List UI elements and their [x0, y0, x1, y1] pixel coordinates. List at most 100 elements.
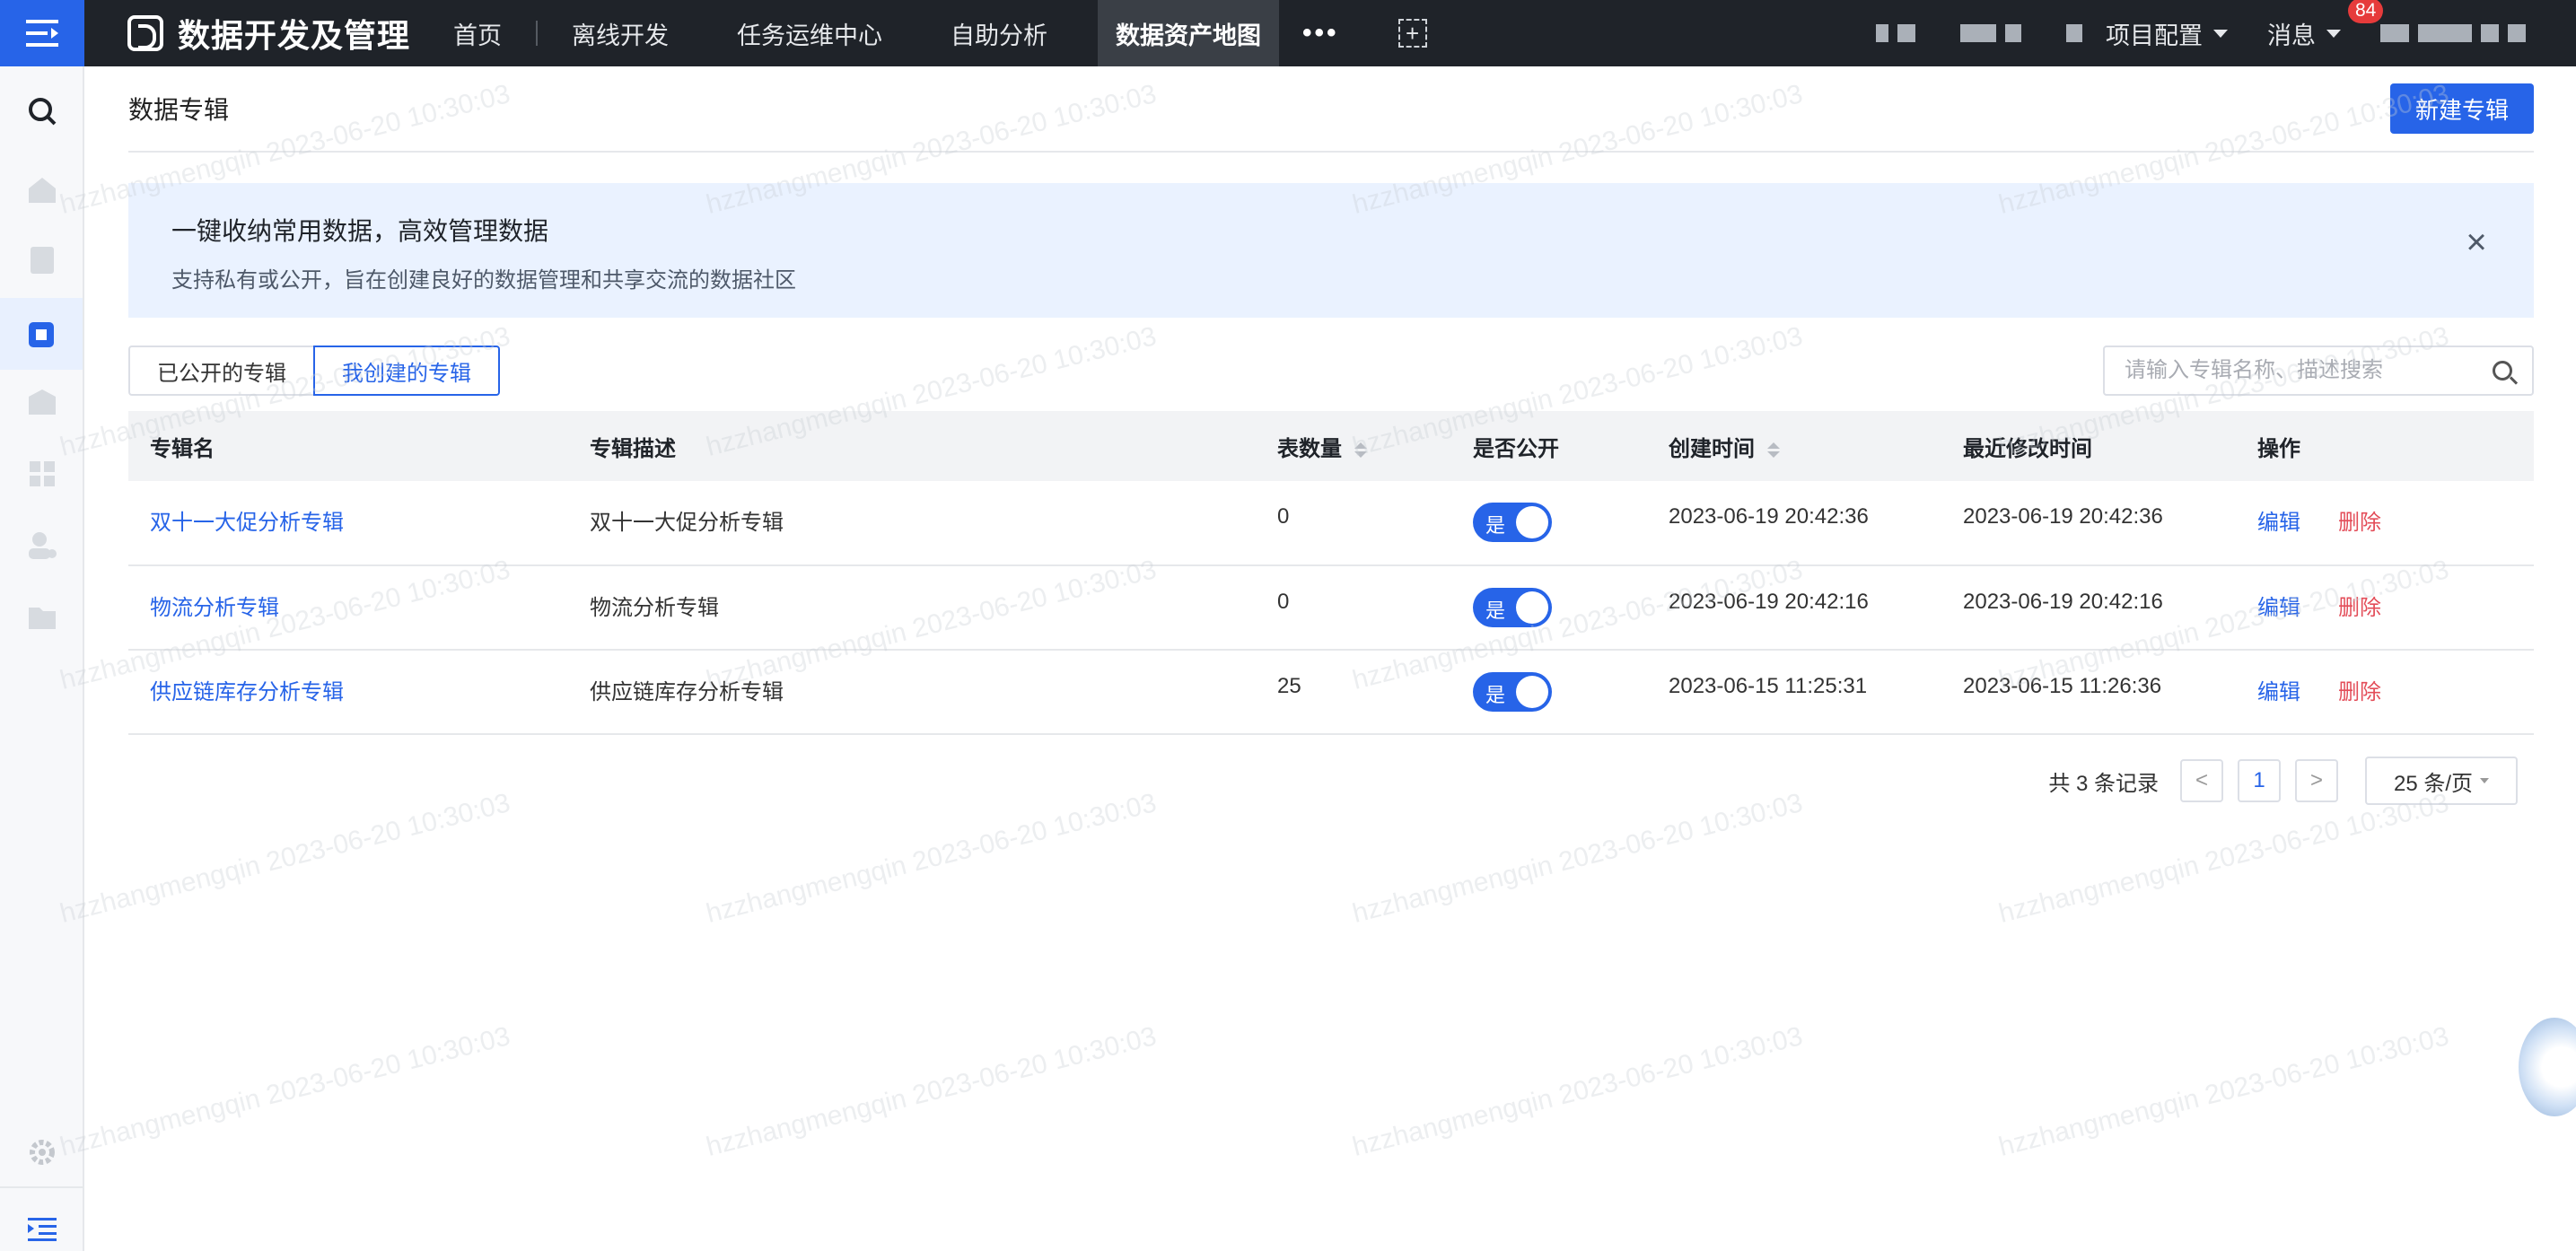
sort-icon[interactable] — [1354, 442, 1367, 458]
public-toggle[interactable]: 是 — [1473, 503, 1552, 542]
table-count: 25 — [1256, 650, 1451, 735]
toggle-knob — [1516, 591, 1548, 624]
search-icon[interactable] — [2493, 361, 2512, 381]
nav-divider — [536, 21, 539, 46]
home-icon[interactable] — [24, 172, 60, 208]
building-icon[interactable] — [24, 384, 60, 420]
pagination: 共 3 条记录 < 1 > 25 条/页 — [128, 757, 2534, 805]
watermark: hzzhangmengqin 2023-06-20 10:30:03 — [703, 788, 1160, 929]
nav-item-self-analysis[interactable]: 自助分析 — [933, 0, 1065, 66]
delete-button[interactable]: 删除 — [2338, 596, 2381, 620]
page-size-select[interactable]: 25 条/页 — [2365, 757, 2518, 805]
column-header-desc: 专辑描述 — [568, 411, 1256, 481]
watermark: hzzhangmengqin 2023-06-20 10:30:03 — [1349, 788, 1806, 929]
created-time: 2023-06-19 20:42:16 — [1647, 565, 1941, 651]
next-page-button[interactable]: > — [2295, 759, 2338, 802]
page-title: 数据专辑 — [128, 96, 230, 124]
watermark: hzzhangmengqin 2023-06-20 10:30:03 — [703, 1021, 1160, 1162]
watermark: hzzhangmengqin 2023-06-20 10:30:03 — [1995, 1021, 2452, 1162]
prev-page-button[interactable]: < — [2180, 759, 2223, 802]
edit-button[interactable]: 编辑 — [2257, 511, 2300, 535]
total-records: 共 3 条记录 — [2048, 771, 2159, 796]
nav-add-button[interactable]: + — [1398, 19, 1427, 48]
logo-icon — [127, 15, 163, 51]
project-config-label: 项目配置 — [2106, 22, 2203, 49]
album-description: 双十一大促分析专辑 — [568, 481, 1256, 566]
user-avatar[interactable] — [2380, 24, 2526, 42]
table-count: 0 — [1256, 565, 1451, 651]
page-header: 数据专辑 新建专辑 — [128, 66, 2534, 153]
document-icon[interactable] — [24, 242, 60, 278]
menu-toggle-button[interactable] — [0, 0, 84, 66]
watermark: hzzhangmengqin 2023-06-20 10:30:03 — [1349, 1021, 1806, 1162]
album-description: 物流分析专辑 — [568, 565, 1256, 651]
sidebar-divider — [0, 1186, 83, 1188]
album-name-link[interactable]: 物流分析专辑 — [150, 596, 279, 620]
delete-button[interactable]: 删除 — [2338, 511, 2381, 535]
album-tabs: 已公开的专辑 我创建的专辑 — [128, 346, 500, 396]
messages-menu[interactable]: 消息 84 — [2267, 0, 2384, 51]
table-row: 物流分析专辑 物流分析专辑 0 是 2023-06-19 20:42:16 20… — [128, 565, 2534, 651]
column-header-name: 专辑名 — [128, 411, 568, 481]
info-banner: 一键收纳常用数据，高效管理数据 支持私有或公开，旨在创建良好的数据管理和共享交流… — [128, 183, 2534, 318]
nav-item-data-asset-map[interactable]: 数据资产地图 — [1098, 0, 1280, 66]
new-album-button[interactable]: 新建专辑 — [2390, 83, 2534, 134]
search-box — [2103, 346, 2534, 396]
data-album-icon[interactable] — [0, 298, 83, 370]
table-row: 供应链库存分析专辑 供应链库存分析专辑 25 是 2023-06-15 11:2… — [128, 650, 2534, 735]
gear-icon[interactable] — [24, 1134, 60, 1170]
tab-my-albums[interactable]: 我创建的专辑 — [313, 346, 500, 396]
album-name-link[interactable]: 供应链库存分析专辑 — [150, 680, 344, 704]
table-count: 0 — [1256, 481, 1451, 566]
tab-public-albums[interactable]: 已公开的专辑 — [128, 346, 313, 396]
toggle-knob — [1516, 506, 1548, 538]
column-header-public: 是否公开 — [1451, 411, 1647, 481]
column-header-created[interactable]: 创建时间 — [1647, 411, 1941, 481]
delete-button[interactable]: 删除 — [2338, 680, 2381, 704]
toggle-label: 是 — [1485, 684, 1506, 706]
apps-grid-icon[interactable] — [24, 456, 60, 492]
watermark: hzzhangmengqin 2023-06-20 10:30:03 — [57, 1021, 513, 1162]
close-icon[interactable]: × — [2462, 224, 2491, 260]
public-toggle[interactable]: 是 — [1473, 672, 1552, 712]
app-title: 数据开发及管理 — [178, 17, 411, 54]
sidebar-collapse-icon[interactable] — [24, 1212, 60, 1247]
assistant-robot-icon[interactable] — [2519, 1018, 2576, 1116]
redacted-block — [1876, 24, 2082, 42]
modified-time: 2023-06-19 20:42:16 — [1941, 565, 2236, 651]
top-bar: 数据开发及管理 首页 离线开发 任务运维中心 自助分析 数据资产地图 ••• +… — [0, 0, 2576, 66]
nav-more-button[interactable]: ••• — [1279, 18, 1362, 48]
watermark: hzzhangmengqin 2023-06-20 10:30:03 — [1995, 788, 2452, 929]
table-header-row: 专辑名 专辑描述 表数量 是否公开 创建时间 最近修改时间 操作 — [128, 411, 2534, 481]
edit-button[interactable]: 编辑 — [2257, 596, 2300, 620]
nav-item-home[interactable]: 首页 — [435, 0, 520, 66]
banner-description: 支持私有或公开，旨在创建良好的数据管理和共享交流的数据社区 — [171, 268, 796, 293]
column-header-modified: 最近修改时间 — [1941, 411, 2236, 481]
search-input[interactable] — [2125, 358, 2484, 383]
message-count-badge: 84 — [2348, 0, 2384, 23]
user-settings-icon[interactable] — [24, 528, 60, 564]
messages-label: 消息 — [2267, 22, 2316, 49]
project-config-menu[interactable]: 项目配置 — [2106, 16, 2228, 51]
album-name-link[interactable]: 双十一大促分析专辑 — [150, 511, 344, 535]
search-icon[interactable] — [24, 93, 60, 129]
left-sidebar — [0, 66, 84, 1251]
modified-time: 2023-06-15 11:26:36 — [1941, 650, 2236, 735]
nav-item-ops-center[interactable]: 任务运维中心 — [719, 0, 900, 66]
app-logo[interactable]: 数据开发及管理 — [127, 10, 410, 57]
column-header-label: 创建时间 — [1669, 436, 1755, 461]
page-number-button[interactable]: 1 — [2238, 759, 2281, 802]
nav-item-offline-dev[interactable]: 离线开发 — [554, 0, 687, 66]
toggle-knob — [1516, 676, 1548, 708]
created-time: 2023-06-15 11:25:31 — [1647, 650, 1941, 735]
public-toggle[interactable]: 是 — [1473, 588, 1552, 627]
top-right-area: 项目配置 消息 84 — [1876, 0, 2576, 66]
list-toolbar: 已公开的专辑 我创建的专辑 — [128, 345, 2534, 397]
column-header-count[interactable]: 表数量 — [1256, 411, 1451, 481]
album-table: 专辑名 专辑描述 表数量 是否公开 创建时间 最近修改时间 操作 双十一大促分析… — [128, 411, 2534, 735]
edit-button[interactable]: 编辑 — [2257, 680, 2300, 704]
chevron-down-icon — [2480, 778, 2490, 783]
folder-icon[interactable] — [24, 599, 60, 635]
page-size-label: 25 条/页 — [2393, 771, 2474, 796]
sort-icon[interactable] — [1767, 442, 1780, 458]
